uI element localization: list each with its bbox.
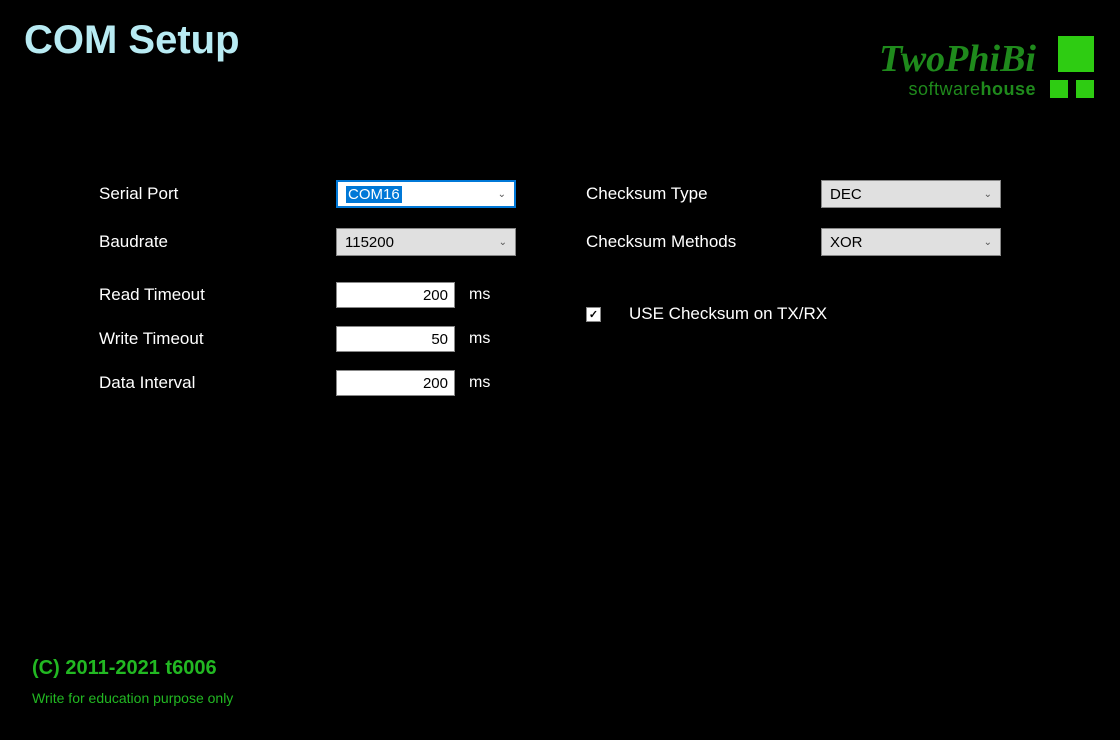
- use-checksum-row: ✓ USE Checksum on TX/RX: [586, 304, 1001, 324]
- checksum-type-select[interactable]: DEC ⌄: [821, 180, 1001, 208]
- baudrate-value: 115200: [345, 234, 394, 251]
- baudrate-label: Baudrate: [99, 232, 336, 252]
- checksum-type-value: DEC: [830, 186, 862, 203]
- checksum-type-row: Checksum Type DEC ⌄: [586, 180, 1001, 208]
- chevron-down-icon: ⌄: [984, 237, 992, 248]
- data-interval-row: Data Interval ms: [99, 370, 516, 396]
- chevron-down-icon: ⌄: [984, 189, 992, 200]
- copyright-text: (C) 2011-2021 t6006: [32, 657, 233, 680]
- data-interval-unit: ms: [469, 374, 490, 392]
- serial-port-row: Serial Port COM16 ⌄: [99, 180, 516, 208]
- write-timeout-unit: ms: [469, 330, 490, 348]
- logo-subtitle: softwarehouse: [908, 80, 1036, 98]
- logo-sub-prefix: software: [908, 79, 980, 99]
- checksum-methods-row: Checksum Methods XOR ⌄: [586, 228, 1001, 256]
- write-timeout-input[interactable]: [336, 326, 455, 352]
- write-timeout-label: Write Timeout: [99, 329, 336, 349]
- write-timeout-row: Write Timeout ms: [99, 326, 516, 352]
- read-timeout-input[interactable]: [336, 282, 455, 308]
- checksum-methods-label: Checksum Methods: [586, 232, 821, 252]
- logo-text: TwoPhiBi softwarehouse: [879, 40, 1036, 98]
- checksum-type-label: Checksum Type: [586, 184, 821, 204]
- left-column: Serial Port COM16 ⌄ Baudrate 115200 ⌄ Re…: [99, 180, 516, 414]
- right-column: Checksum Type DEC ⌄ Checksum Methods XOR…: [586, 180, 1001, 414]
- footnote-text: Write for education purpose only: [32, 690, 233, 706]
- serial-port-label: Serial Port: [99, 184, 336, 204]
- use-checksum-label: USE Checksum on TX/RX: [629, 304, 827, 324]
- baudrate-select[interactable]: 115200 ⌄: [336, 228, 516, 256]
- footer: (C) 2011-2021 t6006 Write for education …: [32, 657, 233, 706]
- chevron-down-icon: ⌄: [498, 189, 506, 200]
- form-area: Serial Port COM16 ⌄ Baudrate 115200 ⌄ Re…: [99, 180, 1001, 414]
- serial-port-value: COM16: [346, 186, 402, 203]
- baudrate-row: Baudrate 115200 ⌄: [99, 228, 516, 256]
- logo-sub-bold: house: [980, 79, 1036, 99]
- logo-brand: TwoPhiBi: [879, 40, 1036, 78]
- data-interval-label: Data Interval: [99, 373, 336, 393]
- page-title: COM Setup: [24, 18, 240, 63]
- data-interval-input[interactable]: [336, 370, 455, 396]
- read-timeout-unit: ms: [469, 286, 490, 304]
- serial-port-select[interactable]: COM16 ⌄: [336, 180, 516, 208]
- checksum-methods-select[interactable]: XOR ⌄: [821, 228, 1001, 256]
- logo-squares-icon: [1050, 36, 1094, 98]
- checksum-methods-value: XOR: [830, 234, 863, 251]
- chevron-down-icon: ⌄: [499, 237, 507, 248]
- use-checksum-checkbox[interactable]: ✓: [586, 307, 601, 322]
- read-timeout-row: Read Timeout ms: [99, 282, 516, 308]
- read-timeout-label: Read Timeout: [99, 285, 336, 305]
- logo: TwoPhiBi softwarehouse: [879, 36, 1094, 98]
